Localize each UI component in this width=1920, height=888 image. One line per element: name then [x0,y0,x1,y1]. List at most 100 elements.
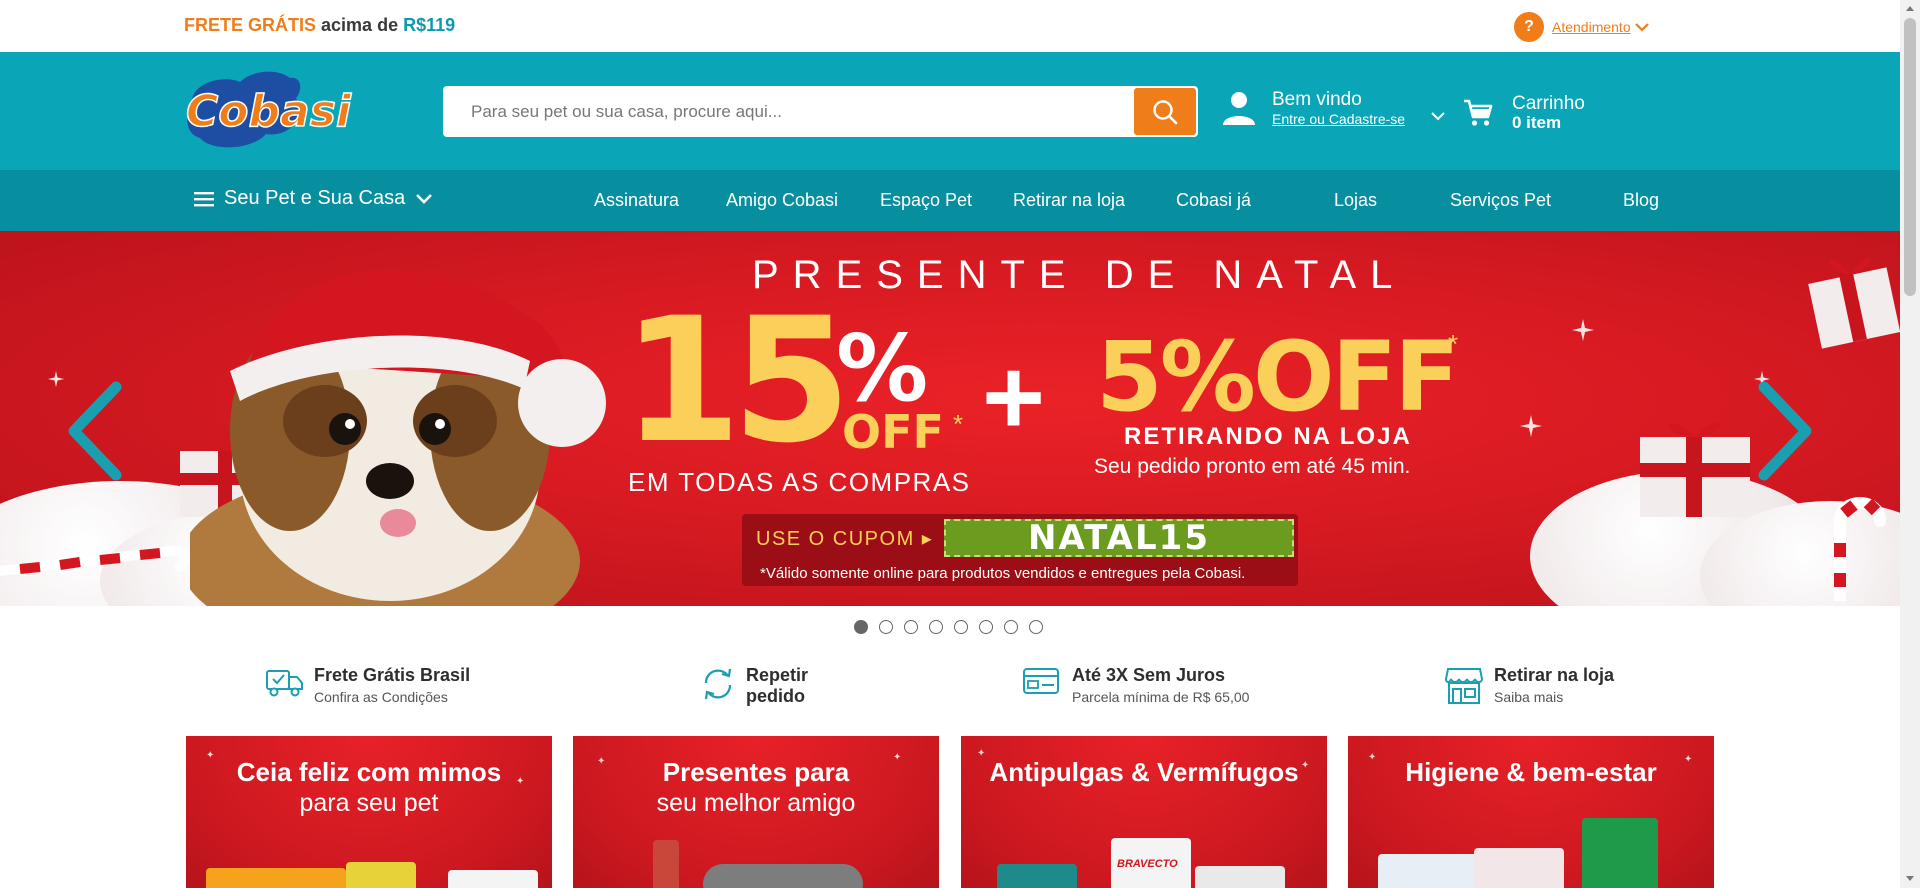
benefit-free-shipping[interactable]: Frete Grátis Brasil Confira as Condições [264,665,470,705]
benefit-title: Até 3X Sem Juros [1072,665,1226,685]
product-box-image: BRAVECTO [1111,838,1191,888]
category-card-title: Higiene & bem-estar [1405,757,1657,787]
discount-subtitle: EM TODAS AS COMPRAS [628,467,971,497]
coupon-box: USE O CUPOM ▸ NATAL15 *Válido somente on… [742,514,1298,586]
svg-text:Cobasi: Cobasi [186,86,352,137]
candy-cane-illustration [1834,497,1886,601]
search-button[interactable] [1134,88,1196,135]
sparkle-icon [1520,415,1542,437]
nav-item-espaco-pet[interactable]: Espaço Pet [880,190,972,211]
cart-button[interactable]: Carrinho 0 item [1462,93,1585,133]
promo-banner[interactable]: PRESENTE DE NATAL 15 % OFF * EM TODAS AS… [0,231,1900,606]
carousel-dot[interactable] [929,620,943,634]
product-bed-image [703,864,863,888]
nav-item-retirar-na-loja[interactable]: Retirar na loja [1013,190,1125,211]
carousel-pagination [854,620,1043,634]
benefit-subtitle: Parcela mínima de R$ 65,00 [1072,689,1250,705]
carousel-dot[interactable] [904,620,918,634]
category-card-title: Antipulgas & Vermífugos [989,757,1299,787]
search-input[interactable] [443,86,1133,137]
nav-item-assinatura[interactable]: Assinatura [594,190,679,211]
carousel-prev-arrow[interactable] [66,381,124,481]
candy-cane-illustration [0,545,190,576]
nav-item-blog[interactable]: Blog [1623,190,1659,211]
category-card-title: Presentes para [662,757,850,787]
category-card-antipulgas[interactable]: ✦ ✦ Antipulgas & Vermífugos BRAVECTO [961,736,1327,888]
free-shipping-notice: FRETE GRÁTIS acima de R$119 [184,15,455,36]
category-card-ceia[interactable]: ✦ ✦ Ceia feliz com mimos para seu pet [186,736,552,888]
product-pack-image [1474,848,1564,888]
store-icon [1444,668,1484,704]
carousel-dot[interactable] [979,620,993,634]
cart-icon [1464,99,1493,126]
site-header: Cobasi Bem vindo Entre ou Cadastre-se Ca… [0,52,1900,170]
discount-percent-sign: % [836,315,929,422]
banner-title: PRESENTE DE NATAL [752,253,1407,297]
nav-item-cobasi-ja[interactable]: Cobasi já [1176,190,1251,211]
free-shipping-label: FRETE GRÁTIS [184,15,317,35]
chevron-down-icon [416,193,433,204]
nav-item-lojas[interactable]: Lojas [1334,190,1377,211]
product-brand-label: BRAVECTO [1117,858,1178,870]
carousel-next-arrow[interactable] [1756,381,1814,481]
categories-menu-label: Seu Pet e Sua Casa [224,187,406,209]
customer-service-menu[interactable]: ? Atendimento [1514,12,1649,42]
benefit-title: Retirar na loja [1494,665,1615,685]
coupon-code[interactable]: NATAL15 [944,519,1294,557]
nav-item-servicos-pet[interactable]: Serviços Pet [1450,190,1551,211]
cobasi-logo[interactable]: Cobasi [182,68,358,152]
top-strip: FRETE GRÁTIS acima de R$119 ? Atendiment… [0,0,1900,52]
carousel-dot[interactable] [1004,620,1018,634]
cart-title: Carrinho [1512,93,1585,114]
benefit-subtitle: Confira as Condições [314,689,448,705]
benefit-title: Frete Grátis Brasil [314,665,471,685]
benefit-store-pickup[interactable]: Retirar na loja Saiba mais [1444,665,1614,705]
discount-asterisk: * [953,409,964,439]
carousel-dot[interactable] [954,620,968,634]
gift-box-illustration [1640,422,1750,517]
chevron-down-icon[interactable] [1431,111,1445,121]
benefit-title-line2: pedido [746,686,805,706]
benefit-installments[interactable]: Até 3X Sem Juros Parcela mínima de R$ 65… [1022,665,1249,705]
category-card-higiene[interactable]: ✦ ✦ Higiene & bem-estar [1348,736,1714,888]
benefit-subtitle: Saiba mais [1494,689,1564,705]
second-discount: 5%OFF [1096,321,1460,433]
nav-item-amigo-cobasi[interactable]: Amigo Cobasi [726,190,838,211]
discount-number: 15 [622,280,851,481]
user-greeting: Bem vindo [1272,89,1362,110]
main-navigation: Seu Pet e Sua Casa Assinatura Amigo Coba… [0,170,1900,231]
free-shipping-threshold-text: acima de [321,15,399,35]
gift-box-illustration [1808,258,1900,349]
sparkle-icon [48,371,64,387]
customer-service-link[interactable]: Atendimento [1552,19,1631,35]
second-discount-note: Seu pedido pronto em até 45 min. [1094,455,1411,478]
page-scrollbar[interactable] [1900,0,1920,888]
second-discount-asterisk: * [1448,329,1459,359]
help-icon: ? [1514,12,1544,42]
scroll-up-arrow[interactable] [1906,6,1914,11]
product-box-image [1195,866,1285,888]
scrollbar-thumb[interactable] [1904,18,1916,296]
category-card-subtitle: para seu pet [299,789,439,817]
categories-menu-button[interactable]: Seu Pet e Sua Casa [194,187,433,210]
hamburger-icon [194,191,214,206]
discount-off-label: OFF [842,405,944,459]
login-register-link[interactable]: Entre ou Cadastre-se [1272,111,1405,127]
truck-icon [266,670,303,697]
repeat-icon [704,668,732,700]
plus-sign: + [982,336,1046,457]
chevron-down-icon [1634,23,1649,32]
product-toy-image [653,840,679,888]
product-pack-image [206,868,346,888]
category-card-presentes[interactable]: ✦ ✦ Presentes para seu melhor amigo [573,736,939,888]
benefit-title: Repetir [746,665,809,685]
user-account-menu[interactable]: Bem vindo Entre ou Cadastre-se [1220,89,1445,127]
scroll-down-arrow[interactable] [1906,876,1914,881]
product-pack-image [448,870,538,888]
category-card-title: Ceia feliz com mimos [236,757,502,787]
carousel-dot[interactable] [854,620,868,634]
carousel-dot[interactable] [879,620,893,634]
benefit-repeat-order[interactable]: Repetir pedido [700,665,808,707]
card-icon [1023,668,1059,694]
carousel-dot[interactable] [1029,620,1043,634]
